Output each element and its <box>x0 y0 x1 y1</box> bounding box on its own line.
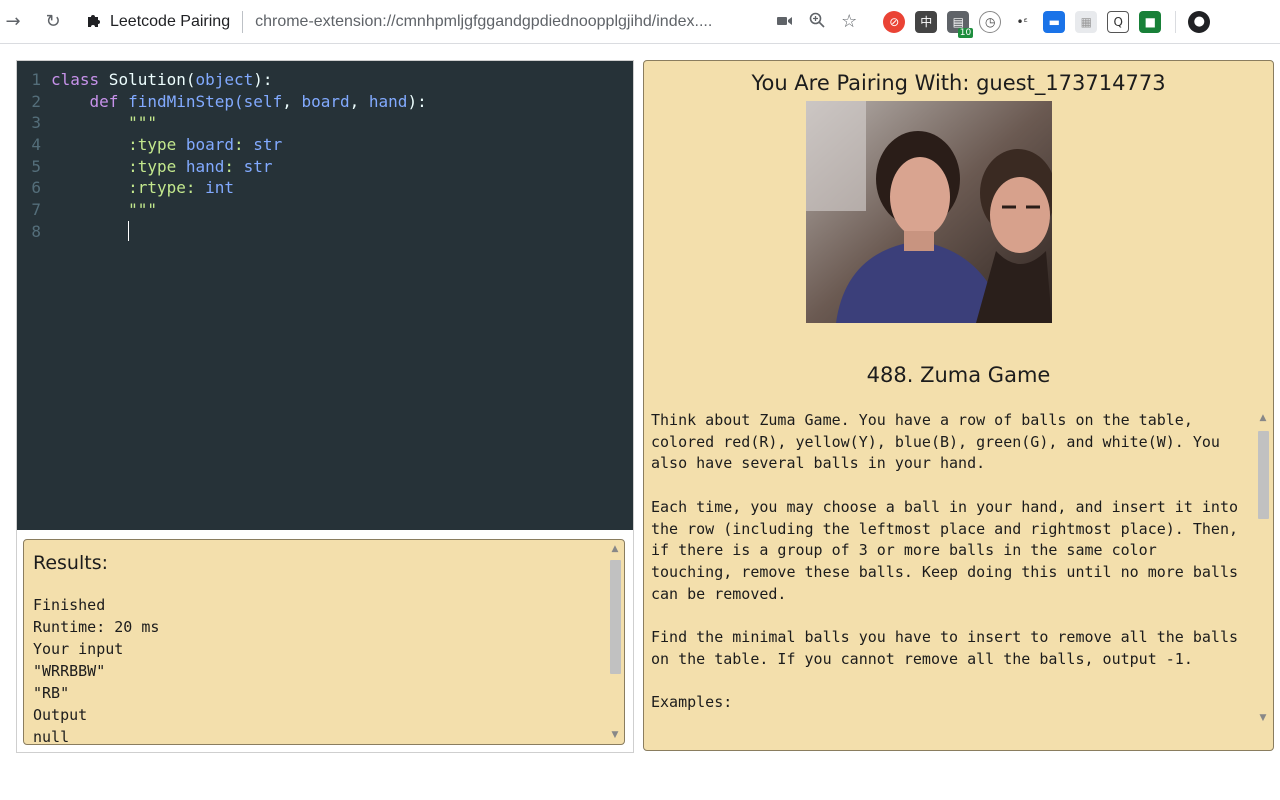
code-token: ): <box>253 70 273 89</box>
forward-icon[interactable]: → <box>0 9 26 35</box>
result-line: null <box>33 728 70 745</box>
extension-icon[interactable]: ■ <box>1139 10 1162 33</box>
site-name: Leetcode Pairing <box>110 12 231 30</box>
star-icon[interactable]: ☆ <box>841 11 857 32</box>
scroll-up-icon[interactable]: ▲ <box>610 544 620 554</box>
extension-icon[interactable]: ◷ <box>979 10 1002 33</box>
problem-panel: You Are Pairing With: guest_173714773 48… <box>643 60 1274 751</box>
result-line: "WRRBBW" <box>33 662 106 680</box>
code-token: :type <box>128 135 186 155</box>
code-line: 3 """ <box>17 112 633 134</box>
toolbar-divider <box>1175 10 1177 33</box>
code-token: : <box>234 135 254 155</box>
code-token: board <box>185 135 235 155</box>
code-token: int <box>205 178 235 198</box>
extension-icon[interactable]: ▤ 10 <box>947 10 974 38</box>
code-line: 5 :type hand: str <box>17 156 633 178</box>
code-token: """ <box>51 113 157 133</box>
code-token: :rtype <box>128 178 186 198</box>
scrollbar-thumb[interactable] <box>1258 431 1269 519</box>
problem-description[interactable]: Think about Zuma Game. You have a row of… <box>644 407 1273 724</box>
result-line: Your input <box>33 640 124 658</box>
address-separator <box>242 10 244 33</box>
browser-toolbar: → ↻ Leetcode Pairing chrome-extension://… <box>0 0 1280 44</box>
code-token: , <box>349 91 369 111</box>
code-token: : <box>185 178 206 198</box>
line-number: 2 <box>31 91 41 111</box>
description-paragraph: Find the minimal balls you have to inser… <box>651 628 1238 668</box>
description-paragraph: Each time, you may choose a ball in your… <box>651 497 1238 603</box>
extension-icon[interactable]: ▦ <box>1075 10 1098 33</box>
code-token: str <box>243 156 273 176</box>
result-line: "RB" <box>33 684 70 702</box>
result-line: Output <box>33 706 88 724</box>
code-line: 6 :rtype: int <box>17 177 633 199</box>
code-token: ): <box>407 91 427 111</box>
extension-icon[interactable]: Q <box>1107 10 1130 33</box>
line-number: 6 <box>31 178 41 198</box>
code-line: 1 class Solution(object): <box>17 69 633 91</box>
address-bar[interactable]: Leetcode Pairing chrome-extension://cmnh… <box>86 6 767 38</box>
camera-icon[interactable] <box>777 12 793 31</box>
line-number: 4 <box>31 135 41 155</box>
code-line: 7 """ <box>17 199 633 221</box>
extension-icon[interactable]: ▬ <box>1043 10 1066 33</box>
editor-panel: 1 class Solution(object): 2 def findMinS… <box>16 60 634 753</box>
code-token: hand <box>368 91 408 111</box>
code-token: str <box>253 135 283 155</box>
text-cursor <box>128 220 130 241</box>
result-line: Finished <box>33 596 106 614</box>
extension-badge: 10 <box>957 27 974 38</box>
description-scrollbar[interactable]: ▲ ▼ <box>1256 413 1270 723</box>
code-token: hand <box>185 156 225 176</box>
extension-tray: ⊘ 中 ▤ 10 ◷ •ᵋ ▬ ▦ Q ■ <box>883 10 1162 38</box>
code-token: : <box>224 156 244 176</box>
code-editor[interactable]: 1 class Solution(object): 2 def findMinS… <box>17 61 633 530</box>
scroll-down-icon[interactable]: ▼ <box>1258 713 1268 723</box>
pairing-title: You Are Pairing With: guest_173714773 <box>751 71 1166 95</box>
extension-icon[interactable]: 中 <box>915 10 938 33</box>
results-scrollbar[interactable]: ▲ ▼ <box>608 544 622 740</box>
code-token: findMinStep( <box>118 91 244 111</box>
code-line: 2 def findMinStep(self, board, hand): <box>17 91 633 113</box>
extension-icon[interactable]: •ᵋ <box>1011 10 1034 33</box>
code-token: class <box>51 70 100 89</box>
zoom-icon[interactable] <box>809 12 825 32</box>
code-token: , <box>282 91 302 111</box>
scroll-up-icon[interactable]: ▲ <box>1258 413 1268 423</box>
url-text[interactable]: chrome-extension://cmnhpmljgfggandgpdied… <box>255 13 767 31</box>
code-token: board <box>301 91 350 111</box>
code-token: Solution( <box>99 70 196 89</box>
code-token: def <box>89 91 119 111</box>
code-line: 8 <box>17 220 633 243</box>
scroll-down-icon[interactable]: ▼ <box>610 730 620 740</box>
line-number: 5 <box>31 156 41 176</box>
problem-title: 488. Zuma Game <box>866 363 1051 387</box>
code-line: 4 :type board: str <box>17 134 633 156</box>
line-number: 7 <box>31 200 41 220</box>
puzzle-icon <box>86 12 102 32</box>
result-line: Runtime: 20 ms <box>33 618 160 636</box>
code-token: :type <box>128 156 186 176</box>
description-paragraph: Examples: <box>651 693 733 712</box>
results-panel[interactable]: Results: Finished Runtime: 20 ms Your in… <box>23 539 625 745</box>
line-number: 1 <box>31 70 41 89</box>
code-token: self <box>243 91 283 111</box>
reload-icon[interactable]: ↻ <box>40 9 66 35</box>
extension-icon[interactable]: ⊘ <box>883 10 906 33</box>
line-number: 8 <box>31 221 41 241</box>
code-token: object <box>195 70 254 89</box>
profile-icon[interactable]: ● <box>1188 10 1211 33</box>
description-paragraph: Think about Zuma Game. You have a row of… <box>651 411 1220 473</box>
line-number: 3 <box>31 113 41 133</box>
partner-photo <box>806 101 1052 323</box>
results-title: Results: <box>33 552 109 574</box>
scrollbar-thumb[interactable] <box>610 560 621 674</box>
code-token: """ <box>51 200 157 220</box>
